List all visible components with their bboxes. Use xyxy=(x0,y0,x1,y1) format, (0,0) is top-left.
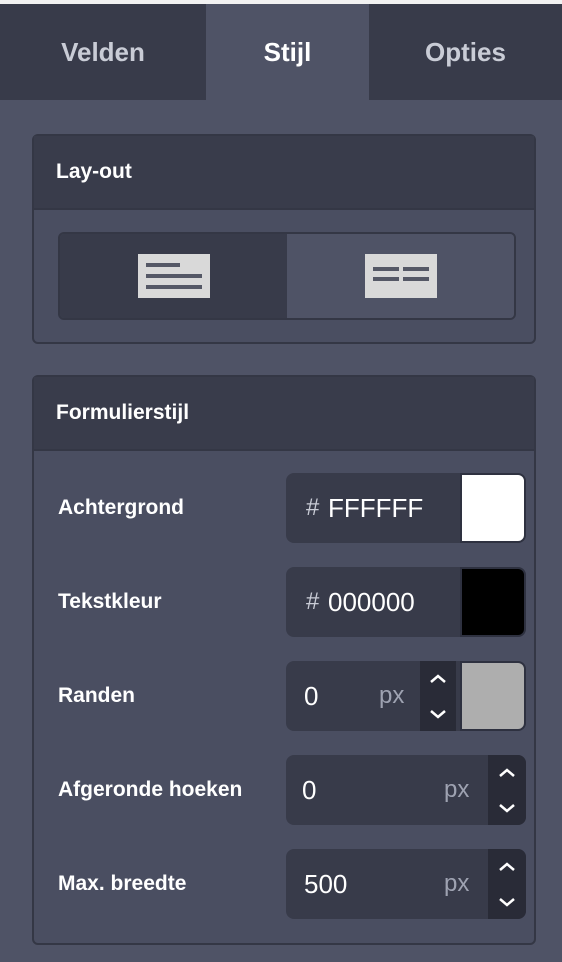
rounded-corners-field[interactable]: 0 px xyxy=(286,755,526,825)
max-width-row: Max. breedte 500 px xyxy=(58,849,526,919)
layout-toggle xyxy=(58,232,516,320)
tab-stijl[interactable]: Stijl xyxy=(206,4,369,100)
rounded-corners-stepper xyxy=(488,755,526,825)
text-color-field[interactable]: # 000000 xyxy=(286,567,526,637)
stacked-layout-icon xyxy=(137,254,210,298)
text-color-input[interactable]: 000000 xyxy=(328,567,415,637)
text-color-row: Tekstkleur # 000000 xyxy=(58,567,526,637)
rounded-corners-label: Afgeronde hoeken xyxy=(58,778,243,801)
background-label: Achtergrond xyxy=(58,496,184,519)
inline-layout-icon xyxy=(364,254,437,298)
tab-bar: Velden Stijl Opties xyxy=(0,4,562,100)
form-style-panel-title: Formulierstijl xyxy=(34,377,534,451)
decrement-button[interactable] xyxy=(488,790,526,825)
rounded-corners-input[interactable]: 0 xyxy=(302,755,316,825)
layout-panel: Lay-out xyxy=(32,134,536,344)
increment-button[interactable] xyxy=(488,849,526,884)
chevron-up-icon xyxy=(499,767,515,777)
chevron-down-icon xyxy=(499,803,515,813)
max-width-unit: px xyxy=(444,870,470,897)
borders-label: Randen xyxy=(58,684,136,707)
background-color-swatch[interactable] xyxy=(460,473,526,543)
borders-field[interactable]: 0 px xyxy=(286,661,526,731)
borders-input[interactable]: 0 xyxy=(304,661,318,731)
hash-symbol: # xyxy=(306,588,320,615)
layout-option-stacked[interactable] xyxy=(60,234,287,318)
chevron-up-icon xyxy=(430,673,446,683)
background-row: Achtergrond # FFFFFF xyxy=(58,473,526,543)
borders-stepper xyxy=(420,661,456,731)
text-color-label: Tekstkleur xyxy=(58,590,162,613)
tab-velden[interactable]: Velden xyxy=(0,4,206,100)
border-color-swatch[interactable] xyxy=(460,661,526,731)
increment-button[interactable] xyxy=(420,661,456,696)
background-color-field[interactable]: # FFFFFF xyxy=(286,473,526,543)
background-color-input[interactable]: FFFFFF xyxy=(328,473,423,543)
increment-button[interactable] xyxy=(488,755,526,790)
form-style-panel: Formulierstijl Achtergrond # FFFFFF Teks… xyxy=(32,375,536,945)
text-color-swatch[interactable] xyxy=(460,567,526,637)
borders-row: Randen 0 px xyxy=(58,661,526,731)
borders-unit: px xyxy=(379,682,405,709)
chevron-down-icon xyxy=(499,897,515,907)
decrement-button[interactable] xyxy=(488,884,526,919)
hash-symbol: # xyxy=(306,494,320,521)
max-width-label: Max. breedte xyxy=(58,872,187,895)
max-width-input[interactable]: 500 xyxy=(304,849,347,919)
tab-opties[interactable]: Opties xyxy=(369,4,562,100)
layout-panel-title: Lay-out xyxy=(34,136,534,210)
chevron-down-icon xyxy=(430,709,446,719)
layout-option-inline[interactable] xyxy=(287,234,514,318)
chevron-up-icon xyxy=(499,861,515,871)
rounded-corners-row: Afgeronde hoeken 0 px xyxy=(58,755,526,825)
max-width-field[interactable]: 500 px xyxy=(286,849,526,919)
max-width-stepper xyxy=(488,849,526,919)
rounded-corners-unit: px xyxy=(444,776,470,803)
decrement-button[interactable] xyxy=(420,696,456,731)
